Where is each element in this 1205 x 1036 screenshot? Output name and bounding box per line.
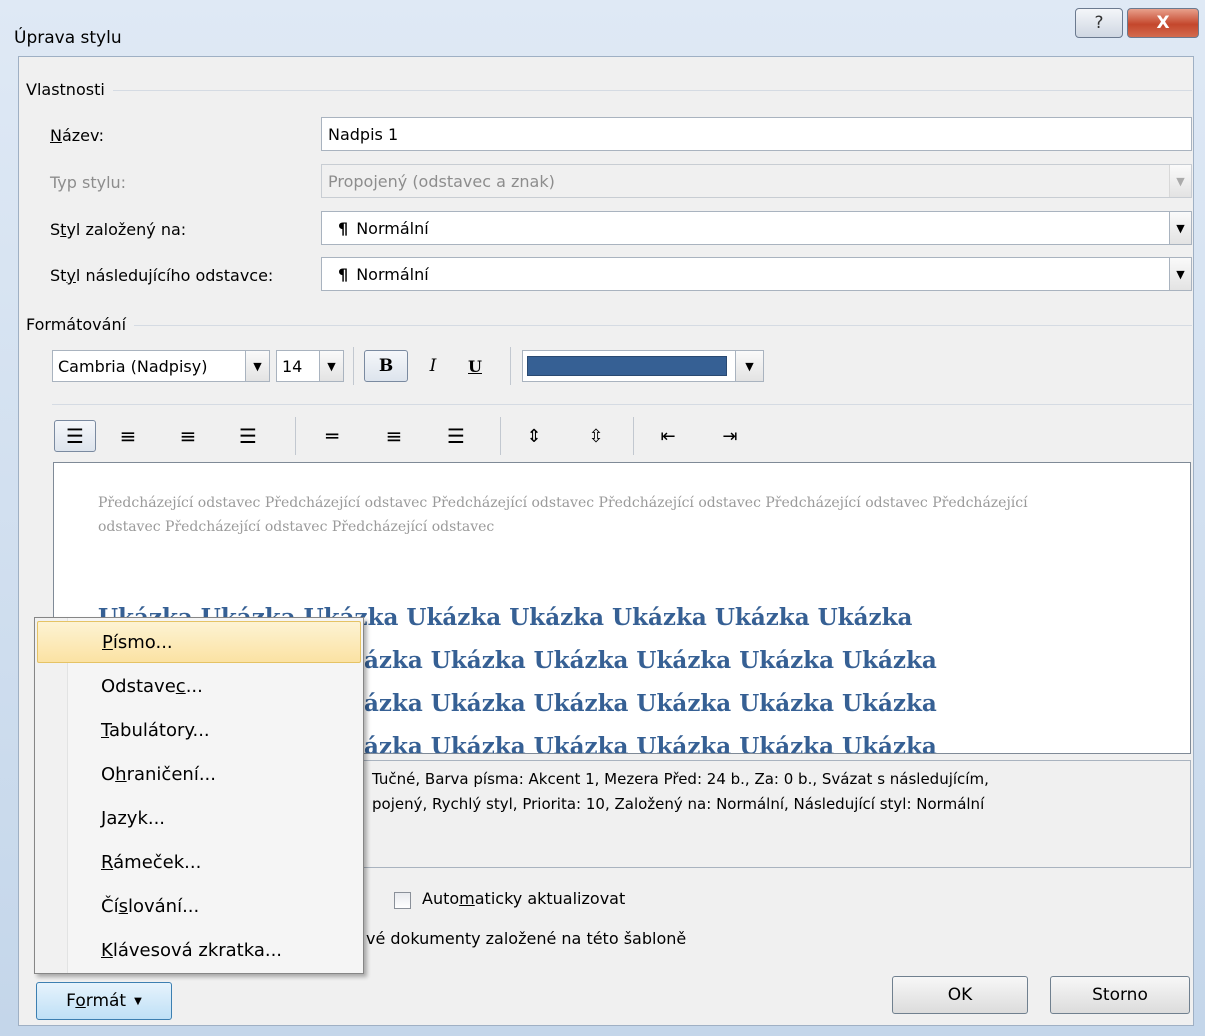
menu-item-tabs[interactable]: Tabulátory... [37,709,361,751]
single-spacing-button[interactable]: ═ [314,420,350,452]
properties-heading: Vlastnosti [26,80,113,99]
menu-item-numbering[interactable]: Číslování... [37,885,361,927]
sample-line: ázka Ukázka Ukázka Ukázka Ukázka Ukázka [364,733,937,754]
menu-item-label: Číslování... [101,895,200,917]
menu-item-label: Odstavec... [101,675,203,697]
style-type-select: Propojený (odstavec a znak) ▼ [321,164,1192,198]
based-on-select[interactable]: ¶ Normální ▼ [321,211,1192,245]
toolbar-separator [510,347,511,385]
align-left-icon: ☰ [66,424,84,448]
font-select[interactable]: Cambria (Nadpisy) ▼ [52,350,270,382]
menu-item-font[interactable]: Písmo... [37,621,361,663]
next-style-label: Styl následujícího odstavce: [50,266,274,285]
chevron-down-icon[interactable]: ▼ [319,351,343,381]
underline-button[interactable]: U [460,350,490,382]
dropdown-arrow-icon: ▼ [134,995,142,1007]
cancel-button[interactable]: Storno [1050,976,1190,1014]
spacing-increase-icon: ⇕ [526,425,542,447]
font-size-value: 14 [282,356,303,376]
chevron-down-icon[interactable]: ▼ [245,351,269,381]
font-color-select[interactable]: ▼ [522,350,764,382]
justify-icon: ☰ [239,424,257,448]
decrease-spacing-before-button[interactable]: ⇳ [578,420,614,452]
close-icon: X [1156,13,1170,33]
menu-item-shortcut-key[interactable]: Klávesová zkratka... [37,929,361,971]
font-color-swatch [527,356,727,376]
menu-item-label: Ohraničení... [101,763,216,785]
outdent-icon: ⇤ [660,425,676,447]
toolbar-separator [633,417,634,455]
font-size-select[interactable]: 14 ▼ [276,350,344,382]
description-line: pojený, Rychlý styl, Priorita: 10, Založ… [372,795,985,813]
help-icon: ? [1094,13,1104,33]
menu-item-language[interactable]: Jazyk... [37,797,361,839]
decrease-indent-button[interactable]: ⇤ [650,420,686,452]
formatting-heading: Formátování [26,315,135,334]
align-right-icon: ≡ [179,424,197,448]
single-spacing-icon: ═ [325,424,339,448]
name-label: Název: [50,126,104,145]
increase-indent-button[interactable]: ⇥ [712,420,748,452]
style-type-value: Propojený (odstavec a znak) [328,171,555,191]
template-option-label: vé dokumenty založené na této šabloně [366,929,687,948]
toolbar-separator [295,417,296,455]
previous-paragraph-text: Předcházející odstavec Předcházející ods… [98,495,1028,535]
properties-group-line [30,90,1192,91]
chevron-down-icon[interactable]: ▼ [1169,258,1191,290]
sample-line: ázka Ukázka Ukázka Ukázka Ukázka Ukázka [364,647,937,674]
dialog-title: Úprava stylu [14,28,122,48]
align-center-button[interactable]: ≡ [110,420,146,452]
chevron-down-icon: ▼ [1169,165,1191,197]
font-value: Cambria (Nadpisy) [58,356,208,376]
menu-item-borders[interactable]: Ohraničení... [37,753,361,795]
spacing-decrease-icon: ⇳ [588,425,604,447]
align-right-button[interactable]: ≡ [170,420,206,452]
italic-button[interactable]: I [418,350,448,382]
paragraph-icon: ¶ [338,218,349,238]
paragraph-icon: ¶ [338,264,349,284]
name-label-text: ázev: [61,126,104,145]
indent-icon: ⇥ [722,425,738,447]
close-button[interactable]: X [1127,8,1199,38]
dialog-window: Úprava stylu ? X Vlastnosti Název: Nadpi… [0,0,1205,1036]
formatting-group-line [30,325,1192,326]
next-style-select[interactable]: ¶ Normální ▼ [321,257,1192,291]
double-spacing-icon: ☰ [447,424,465,448]
menu-item-label: Rámeček... [101,851,202,873]
ok-button[interactable]: OK [892,976,1028,1014]
based-on-value: Normální [356,218,429,238]
auto-update-checkbox[interactable] [394,892,411,909]
double-spacing-button[interactable]: ☰ [438,420,474,452]
bold-button[interactable]: B [364,350,408,382]
style-type-label: Typ stylu: [50,173,127,192]
one-half-spacing-icon: ≡ [385,424,403,448]
menu-item-label: Klávesová zkratka... [101,939,283,961]
based-on-label: Styl založený na: [50,220,187,239]
sample-line: ázka Ukázka Ukázka Ukázka Ukázka Ukázka [364,690,937,717]
menu-item-paragraph[interactable]: Odstavec... [37,665,361,707]
toolbar-divider [52,404,1192,405]
menu-item-label: Tabulátory... [101,719,210,741]
help-button[interactable]: ? [1075,8,1123,38]
description-line: Tučné, Barva písma: Akcent 1, Mezera Pře… [372,770,989,788]
auto-update-label: Automaticky aktualizovat [422,889,626,908]
format-button[interactable]: Formát ▼ [36,982,172,1020]
increase-spacing-before-button[interactable]: ⇕ [516,420,552,452]
menu-item-label: Písmo... [102,631,173,653]
justify-button[interactable]: ☰ [230,420,266,452]
chevron-down-icon[interactable]: ▼ [1169,212,1191,244]
next-style-value: Normální [356,264,429,284]
toolbar-separator [353,347,354,385]
menu-item-label: Jazyk... [101,807,166,829]
title-bar: Úprava stylu ? X [0,0,1205,52]
format-button-label: Formát [66,991,127,1011]
align-center-icon: ≡ [119,424,137,448]
format-menu: Písmo... Odstavec... Tabulátory... Ohran… [34,617,364,974]
align-left-button[interactable]: ☰ [54,420,96,452]
name-input[interactable]: Nadpis 1 [321,117,1192,151]
chevron-down-icon[interactable]: ▼ [735,351,763,381]
menu-item-frame[interactable]: Rámeček... [37,841,361,883]
one-half-spacing-button[interactable]: ≡ [376,420,412,452]
toolbar-separator [500,417,501,455]
